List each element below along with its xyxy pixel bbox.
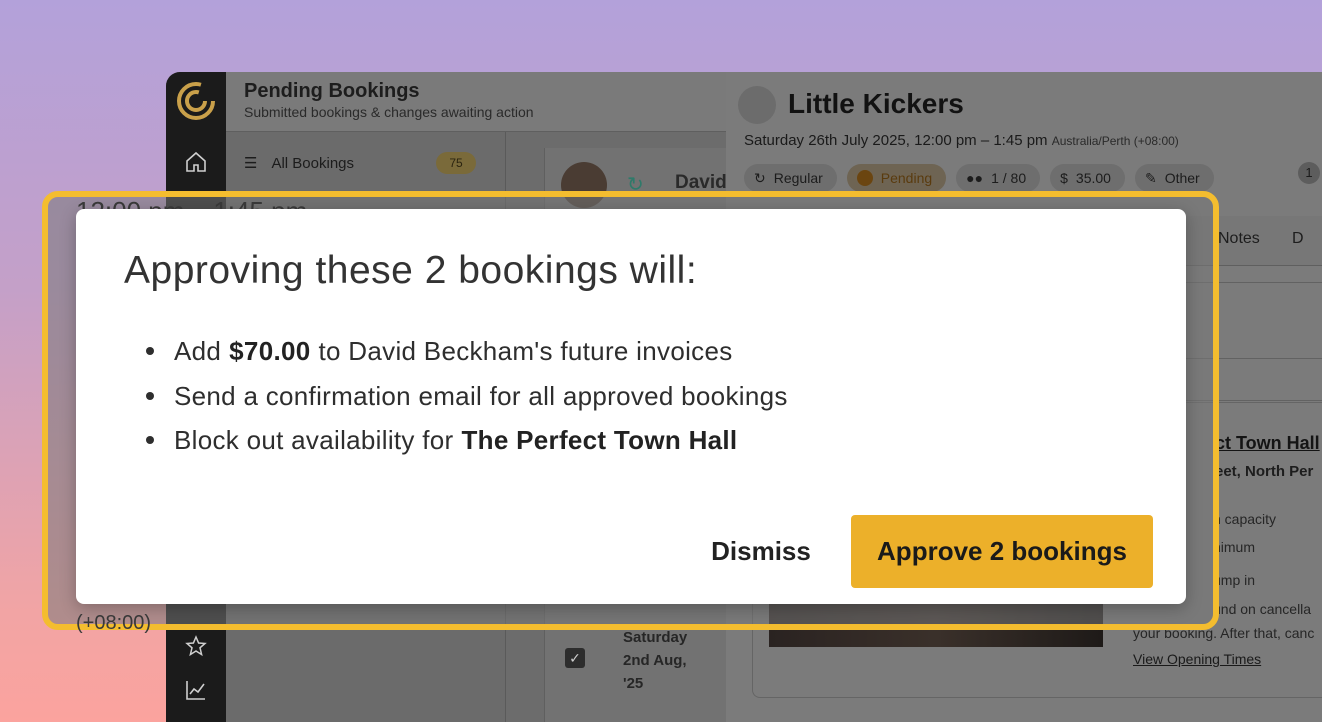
venue-info-line: ump in	[1213, 572, 1256, 588]
dismiss-button[interactable]: Dismiss	[696, 515, 826, 587]
item-venue: The Perfect Town Hall	[461, 425, 738, 455]
dialog-consequences-list: Add $70.00 to David Beckham's future inv…	[146, 329, 788, 463]
logo-icon[interactable]	[175, 80, 217, 122]
chip-attendees[interactable]: ●● 1 / 80	[956, 164, 1041, 192]
repeat-icon: ↻	[754, 169, 766, 186]
booking-date: Saturday 2nd Aug, '25	[623, 626, 687, 695]
item-text: to David Beckham's future invoices	[318, 336, 733, 366]
chip-label: Other	[1164, 170, 1200, 186]
event-title: Little Kickers	[788, 88, 964, 119]
chip-label: Regular	[773, 170, 823, 186]
event-time: 12:00 pm – 1:45 pm	[914, 132, 1048, 149]
approve-button[interactable]: Approve 2 bookings	[851, 515, 1153, 588]
list-item: Add $70.00 to David Beckham's future inv…	[146, 329, 788, 374]
chip-label: 1 / 80	[991, 170, 1027, 186]
filter-label: All Bookings	[271, 154, 354, 172]
chip-regular[interactable]: ↻ Regular	[744, 164, 837, 192]
venue-info-line: nimum	[1213, 539, 1256, 555]
venue-title[interactable]: ct Town Hall	[1215, 433, 1320, 454]
panel-header: Pending Bookings Submitted bookings & ch…	[226, 72, 726, 132]
chip-pending[interactable]: Pending	[846, 164, 947, 192]
list-item: Block out availability for The Perfect T…	[146, 418, 788, 463]
ghost-timezone-text: (+08:00)	[76, 612, 152, 634]
chart-icon[interactable]	[184, 678, 208, 702]
status-chips: ↻ Regular Pending ●● 1 / 80 $35.00 ✎ Other	[744, 164, 1214, 192]
filter-count-badge: 75	[436, 152, 476, 174]
star-icon[interactable]	[184, 634, 208, 658]
event-date: Saturday 26th July 2025,	[744, 132, 915, 149]
item-amount: $70.00	[229, 336, 311, 366]
date-line: '25	[623, 675, 644, 692]
list-item: Send a confirmation email for all approv…	[146, 374, 788, 419]
dollar-icon: $	[1060, 170, 1068, 186]
chip-label: 35.00	[1075, 170, 1111, 186]
page-subtitle: Submitted bookings & changes awaiting ac…	[244, 104, 534, 120]
tab-notes[interactable]: Notes	[1218, 230, 1260, 248]
tab-documents[interactable]: D	[1292, 230, 1304, 248]
item-text: Block out availability for	[174, 425, 454, 455]
filter-all-bookings[interactable]: ☰ All Bookings	[244, 154, 354, 173]
item-text: Add	[174, 336, 222, 366]
event-datetime: Saturday 26th July 2025, 12:00 pm – 1:45…	[744, 132, 1179, 149]
venue-info-line: und on cancella	[1213, 601, 1312, 617]
dialog-heading: Approving these 2 bookings will:	[124, 249, 698, 292]
chip-label: Pending	[880, 170, 933, 186]
approve-bookings-dialog: Approving these 2 bookings will: Add $70…	[76, 209, 1186, 604]
chip-price[interactable]: $35.00	[1050, 164, 1125, 192]
list-icon: ☰	[244, 155, 258, 172]
date-line: 2nd Aug,	[623, 652, 687, 669]
edit-icon: ✎	[1144, 169, 1157, 186]
booking-checkbox[interactable]: ✓	[565, 648, 585, 668]
home-icon[interactable]	[184, 150, 208, 174]
venue-address: eet, North Per	[1215, 463, 1314, 480]
event-timezone: Australia/Perth (+08:00)	[1051, 134, 1179, 148]
unlock-icon[interactable]	[738, 86, 776, 124]
opening-times-link[interactable]: View Opening Times	[1133, 651, 1261, 667]
venue-info-line: n capacity	[1213, 511, 1277, 527]
people-icon: ●●	[966, 170, 984, 186]
page-title: Pending Bookings	[244, 80, 420, 102]
chip-other[interactable]: ✎ Other	[1134, 164, 1214, 192]
alert-icon	[856, 170, 873, 186]
stack-count-badge: 1	[1298, 162, 1320, 184]
item-text: Send a confirmation email for all approv…	[174, 380, 788, 411]
